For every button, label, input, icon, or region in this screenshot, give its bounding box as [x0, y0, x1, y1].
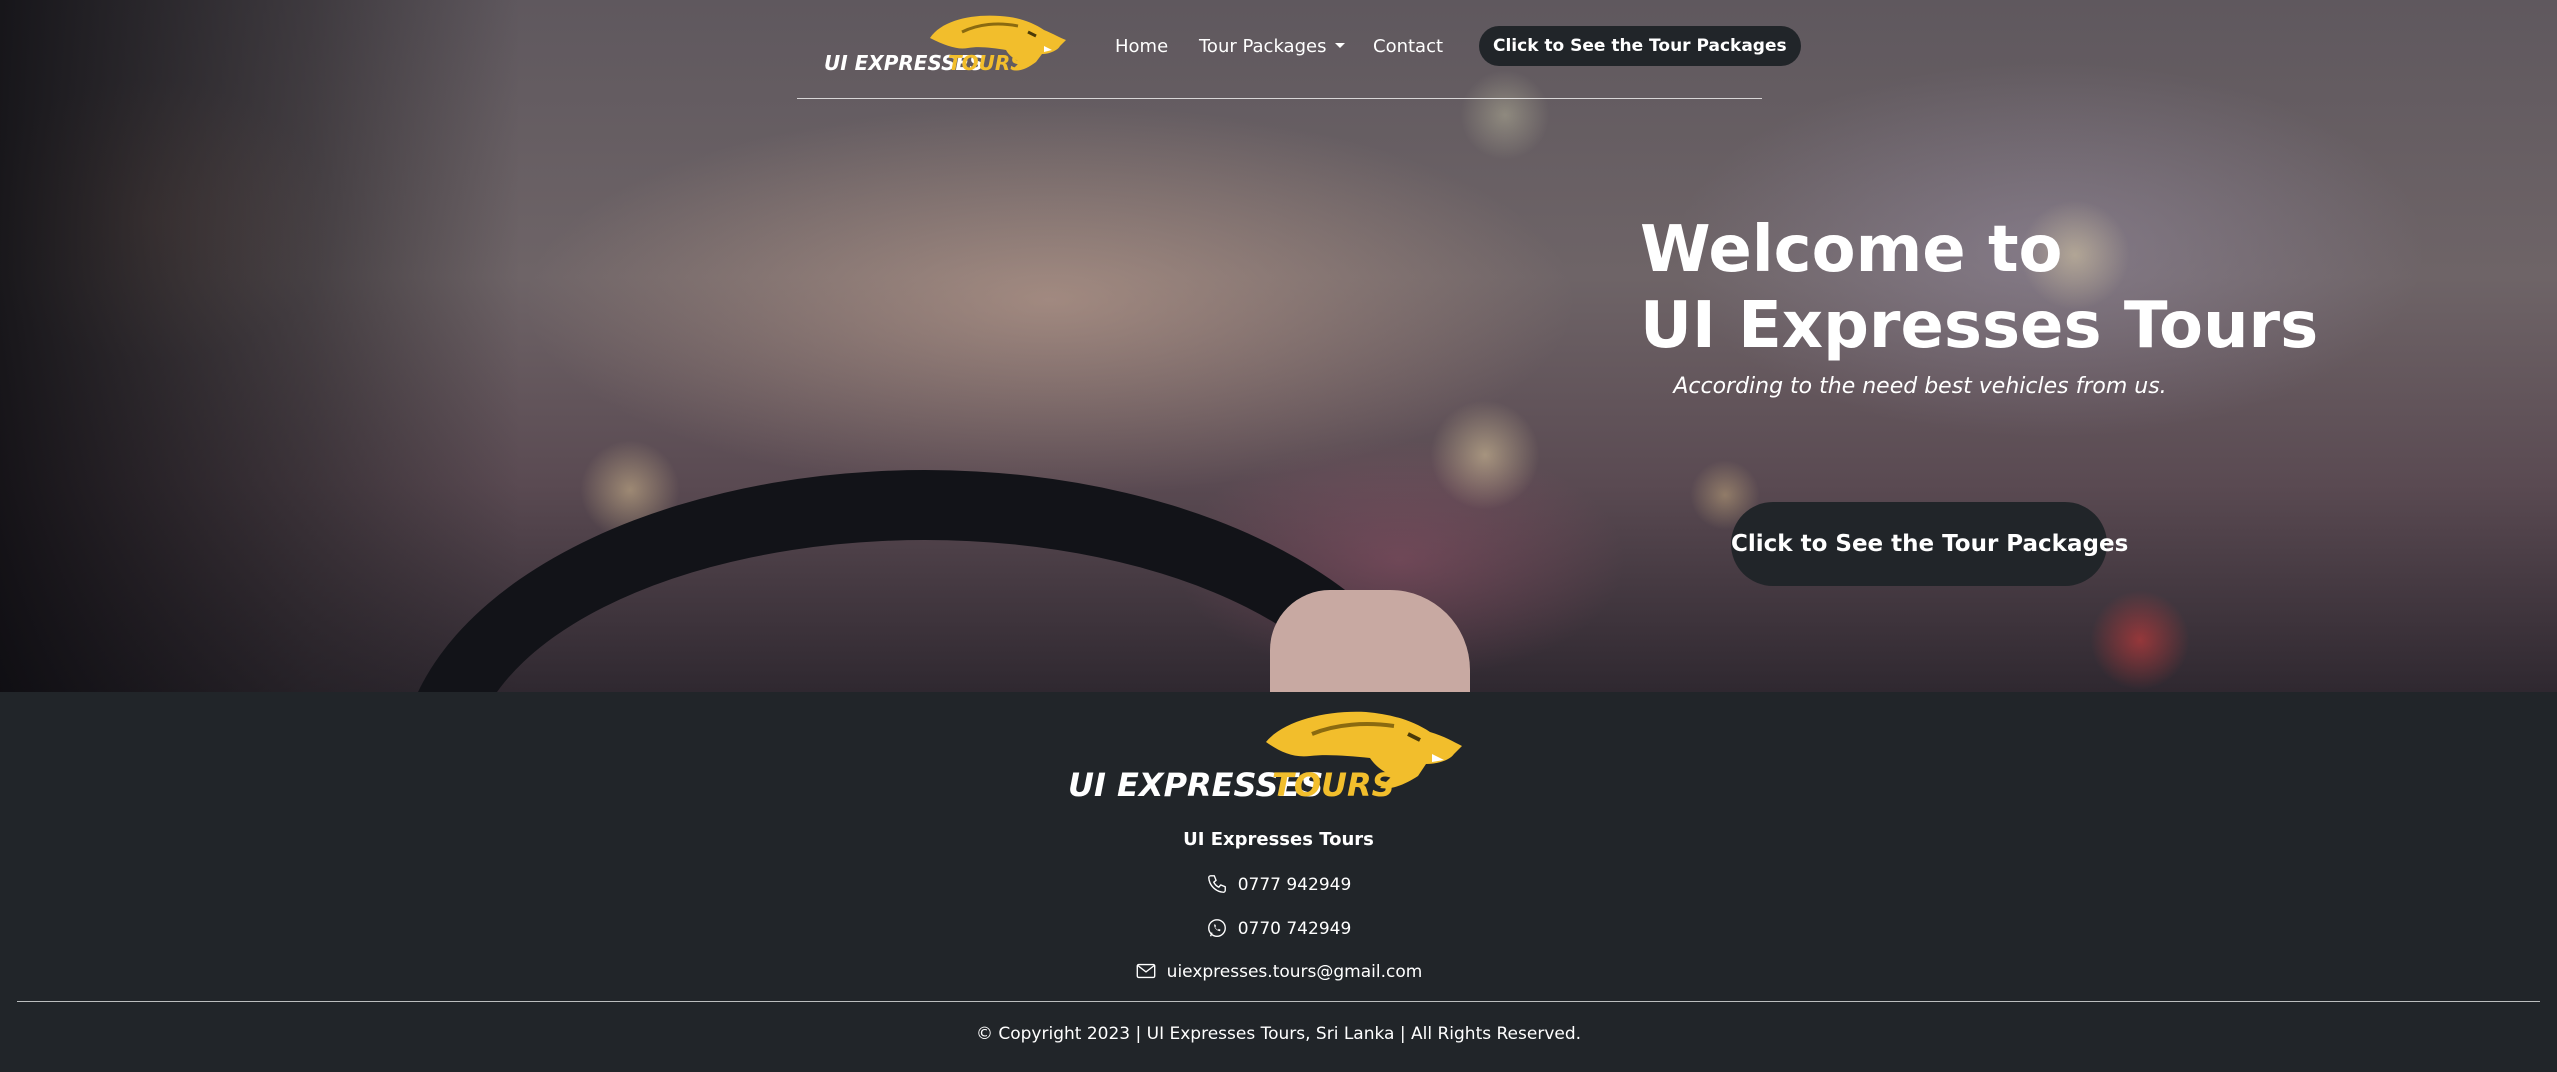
hero-title-line1: Welcome to: [1640, 213, 2063, 287]
phone-icon: [1206, 873, 1228, 895]
footer-copyright: © Copyright 2023 | UI Expresses Tours, S…: [975, 1024, 1582, 1044]
svg-text:TOURS: TOURS: [1272, 766, 1395, 802]
hero-tour-packages-button[interactable]: Click to See the Tour Packages: [1731, 502, 2128, 586]
nav-tour-packages-button[interactable]: Click to See the Tour Packages: [1479, 26, 1801, 66]
hero-title: Welcome to UI Expresses Tours: [1640, 212, 2318, 364]
nav-link-contact[interactable]: Contact: [1373, 36, 1443, 57]
footer-email[interactable]: uiexpresses.tours@gmail.com: [0, 960, 2557, 982]
nav-dropdown-tour-packages[interactable]: Tour Packages: [1199, 36, 1346, 57]
footer-whatsapp-number: 0770 742949: [1237, 919, 1352, 939]
bokeh-light: [1430, 400, 1540, 510]
driver-hand-image: [1270, 590, 1470, 692]
hero-title-line2: UI Expresses Tours: [1640, 289, 2319, 363]
nav-link-home[interactable]: Home: [1115, 36, 1168, 57]
hero-section: UI EXPRESSES TOURS Home Tour Packages Co…: [0, 0, 2557, 692]
caret-down-icon: [1335, 43, 1346, 48]
brand-logo-icon: UI EXPRESSES TOURS: [824, 15, 1066, 75]
footer-divider: [17, 1001, 2540, 1002]
footer-company-name: UI Expresses Tours: [1183, 829, 1374, 850]
envelope-icon: [1135, 960, 1157, 982]
footer-email-address: uiexpresses.tours@gmail.com: [1166, 962, 1423, 982]
nav-dropdown-label: Tour Packages: [1199, 36, 1327, 57]
footer: UI EXPRESSES TOURS UI Expresses Tours 07…: [0, 692, 2557, 1072]
footer-phone[interactable]: 0777 942949: [0, 873, 2557, 895]
footer-phone-number: 0777 942949: [1237, 875, 1352, 895]
navbar: UI EXPRESSES TOURS Home Tour Packages Co…: [797, 0, 1801, 99]
footer-whatsapp[interactable]: 0770 742949: [0, 917, 2557, 939]
whatsapp-icon: [1206, 917, 1228, 939]
hero-subtitle: According to the need best vehicles from…: [1673, 374, 2167, 399]
footer-logo-icon: UI EXPRESSES TOURS: [1068, 711, 1462, 804]
brand-logo[interactable]: UI EXPRESSES TOURS: [822, 10, 1082, 80]
footer-logo: UI EXPRESSES TOURS: [1066, 706, 1498, 804]
svg-text:TOURS: TOURS: [948, 51, 1025, 75]
bokeh-light: [2090, 590, 2190, 690]
